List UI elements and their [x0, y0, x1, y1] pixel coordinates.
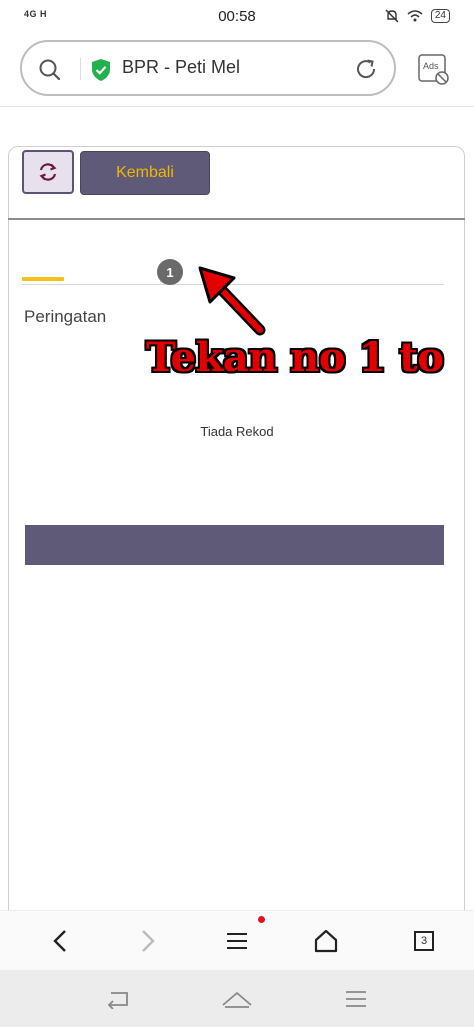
secure-shield-icon [92, 59, 110, 81]
back-arrow-icon [107, 992, 128, 1009]
menu-notification-dot [258, 916, 265, 923]
footer-bar [25, 525, 444, 565]
tabs-button[interactable]: 3 [408, 925, 440, 957]
home-button[interactable] [310, 925, 342, 957]
system-recents-button[interactable] [340, 984, 372, 1014]
back-button[interactable]: Kembali [80, 151, 210, 195]
home-icon [314, 929, 338, 953]
section-title: Peringatan [24, 307, 107, 326]
header-divider [0, 106, 474, 107]
ad-block-label: Ads [423, 61, 439, 71]
forward-nav-button[interactable] [132, 925, 164, 957]
status-icons: 24 [385, 9, 450, 23]
refresh-icon [39, 163, 57, 181]
toolbar-divider [8, 218, 465, 220]
refresh-button[interactable] [22, 150, 74, 194]
back-nav-button[interactable] [44, 925, 76, 957]
tab-active-indicator[interactable] [22, 277, 64, 281]
menu-button[interactable] [221, 925, 253, 957]
tab-notification-badge[interactable]: 1 [157, 259, 183, 285]
browser-toolbar: 3 [0, 910, 474, 971]
battery-indicator: 24 [430, 9, 450, 23]
tab-count-icon: 3 [414, 931, 434, 951]
system-home-button[interactable] [221, 984, 253, 1014]
menu-icon [227, 933, 247, 949]
annotation-arrow-icon [198, 266, 266, 336]
reload-icon[interactable] [354, 57, 378, 81]
chevron-right-icon [142, 930, 155, 952]
system-nav-bar [0, 970, 474, 1027]
empty-state-message: Tiada Rekod [200, 424, 274, 439]
chevron-left-icon [53, 930, 66, 952]
address-bar[interactable]: BPR - Peti Mel [20, 40, 396, 96]
system-back-button[interactable] [102, 984, 134, 1014]
address-bar-divider [80, 58, 81, 80]
ad-block-button[interactable]: Ads [416, 52, 452, 88]
home-outline-icon [222, 991, 252, 1008]
tab-count: 3 [420, 935, 428, 947]
status-bar: 4G H 00:58 24 [0, 0, 474, 36]
annotation-text: Tekan no 1 to [146, 334, 444, 381]
wifi-icon [407, 10, 423, 22]
search-icon[interactable] [38, 58, 62, 82]
page-title[interactable]: BPR - Peti Mel [122, 57, 240, 78]
recents-icon [346, 991, 366, 1007]
notifications-off-icon [385, 9, 399, 23]
